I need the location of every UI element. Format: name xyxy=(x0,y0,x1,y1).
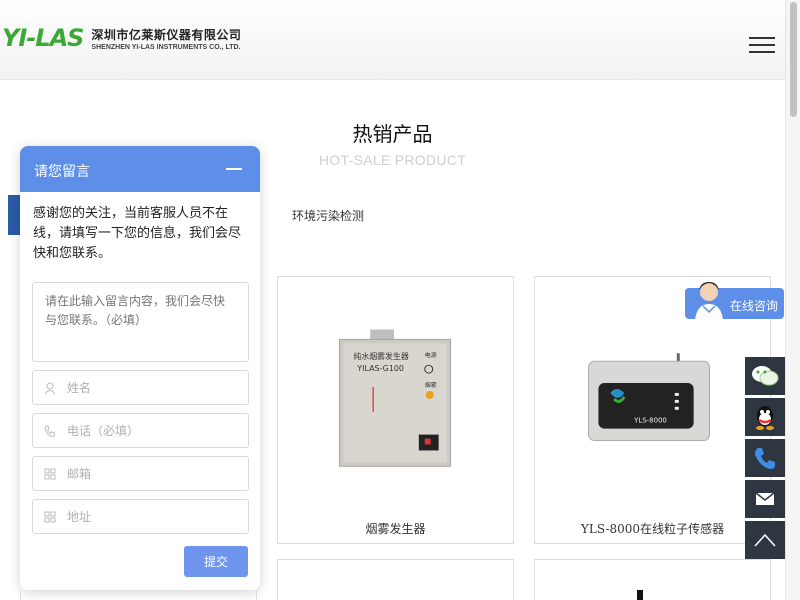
phone-icon xyxy=(33,425,67,437)
message-textarea[interactable] xyxy=(32,282,249,362)
page-scrollbar[interactable] xyxy=(785,0,800,600)
address-field[interactable] xyxy=(32,499,249,534)
section-title: 热销产品 xyxy=(352,122,433,146)
back-to-top-icon xyxy=(754,533,776,547)
company-logo[interactable]: YI-LAS 深圳市亿莱斯仪器有限公司 SHENZHEN YI-LAS INST… xyxy=(2,24,241,52)
phone-button[interactable] xyxy=(745,439,785,477)
product-card[interactable] xyxy=(534,559,771,600)
device-label-power: 电源 xyxy=(425,351,437,359)
phone-field[interactable] xyxy=(32,413,249,448)
phone-icon xyxy=(755,448,775,469)
menu-line xyxy=(749,44,775,46)
phone-input[interactable] xyxy=(67,423,237,438)
company-name-en: SHENZHEN YI-LAS INSTRUMENTS CO., LTD. xyxy=(91,43,241,51)
product-card[interactable] xyxy=(277,559,514,600)
mail-icon xyxy=(755,492,775,505)
user-icon xyxy=(33,382,67,394)
address-input[interactable] xyxy=(67,509,237,524)
category-tab-environment[interactable]: 环境污染检测 xyxy=(292,207,364,224)
name-field[interactable] xyxy=(32,370,249,405)
logo-text: 深圳市亿莱斯仪器有限公司 SHENZHEN YI-LAS INSTRUMENTS… xyxy=(91,26,241,51)
menu-line xyxy=(749,37,775,39)
chat-title: 请您留言 xyxy=(34,164,90,180)
site-header: YI-LAS 深圳市亿莱斯仪器有限公司 SHENZHEN YI-LAS INST… xyxy=(0,0,785,80)
wechat-button[interactable] xyxy=(745,357,785,395)
qq-icon xyxy=(756,406,774,430)
product-name[interactable]: YLS-8000在线粒子传感器 xyxy=(535,520,770,537)
device-label-line2: YILAS-G100 xyxy=(356,364,404,373)
company-name-cn: 深圳市亿莱斯仪器有限公司 xyxy=(91,27,242,42)
agent-avatar-icon xyxy=(695,282,723,320)
name-input[interactable] xyxy=(67,380,237,395)
product-card-edge xyxy=(20,590,257,600)
email-input[interactable] xyxy=(67,466,237,481)
grid-icon xyxy=(33,468,67,480)
product-image-smoke-generator: 纯水烟雾发生器 YILAS-G100 电源 烟雾 xyxy=(338,329,452,467)
mail-button[interactable] xyxy=(745,480,785,518)
menu-line xyxy=(749,51,775,53)
device-label-smoke: 烟雾 xyxy=(425,381,437,389)
consult-label: 在线咨询 xyxy=(730,299,779,313)
scrollbar-thumb[interactable] xyxy=(790,2,797,117)
wechat-icon xyxy=(752,366,779,386)
product-name[interactable]: 烟雾发生器 xyxy=(278,520,513,537)
email-field[interactable] xyxy=(32,456,249,491)
product-card-smoke-generator[interactable]: 纯水烟雾发生器 YILAS-G100 电源 烟雾 烟雾发生器 xyxy=(277,276,514,544)
back-to-top-button[interactable] xyxy=(745,521,785,559)
grid-icon xyxy=(33,511,67,523)
leave-message-widget: 请您留言 感谢您的关注，当前客服人员不在线，请填写一下您的信息，我们会尽快和您联… xyxy=(20,146,260,590)
qq-button[interactable] xyxy=(745,398,785,436)
online-consult-button[interactable]: 在线咨询 xyxy=(685,282,784,320)
device-label-line1: 纯水烟雾发生器 xyxy=(353,351,409,361)
minimize-icon[interactable] xyxy=(226,168,242,170)
hamburger-menu-icon[interactable] xyxy=(749,37,775,53)
chat-offline-message: 感谢您的关注，当前客服人员不在线，请填写一下您的信息，我们会尽快和您联系。 xyxy=(33,206,242,261)
chat-header: 请您留言 xyxy=(20,146,260,192)
submit-button[interactable]: 提交 xyxy=(184,546,248,577)
device-label-yls: YLS-8000 xyxy=(633,417,667,425)
logo-mark: YI-LAS xyxy=(2,24,84,52)
product-image-partial xyxy=(637,590,643,600)
